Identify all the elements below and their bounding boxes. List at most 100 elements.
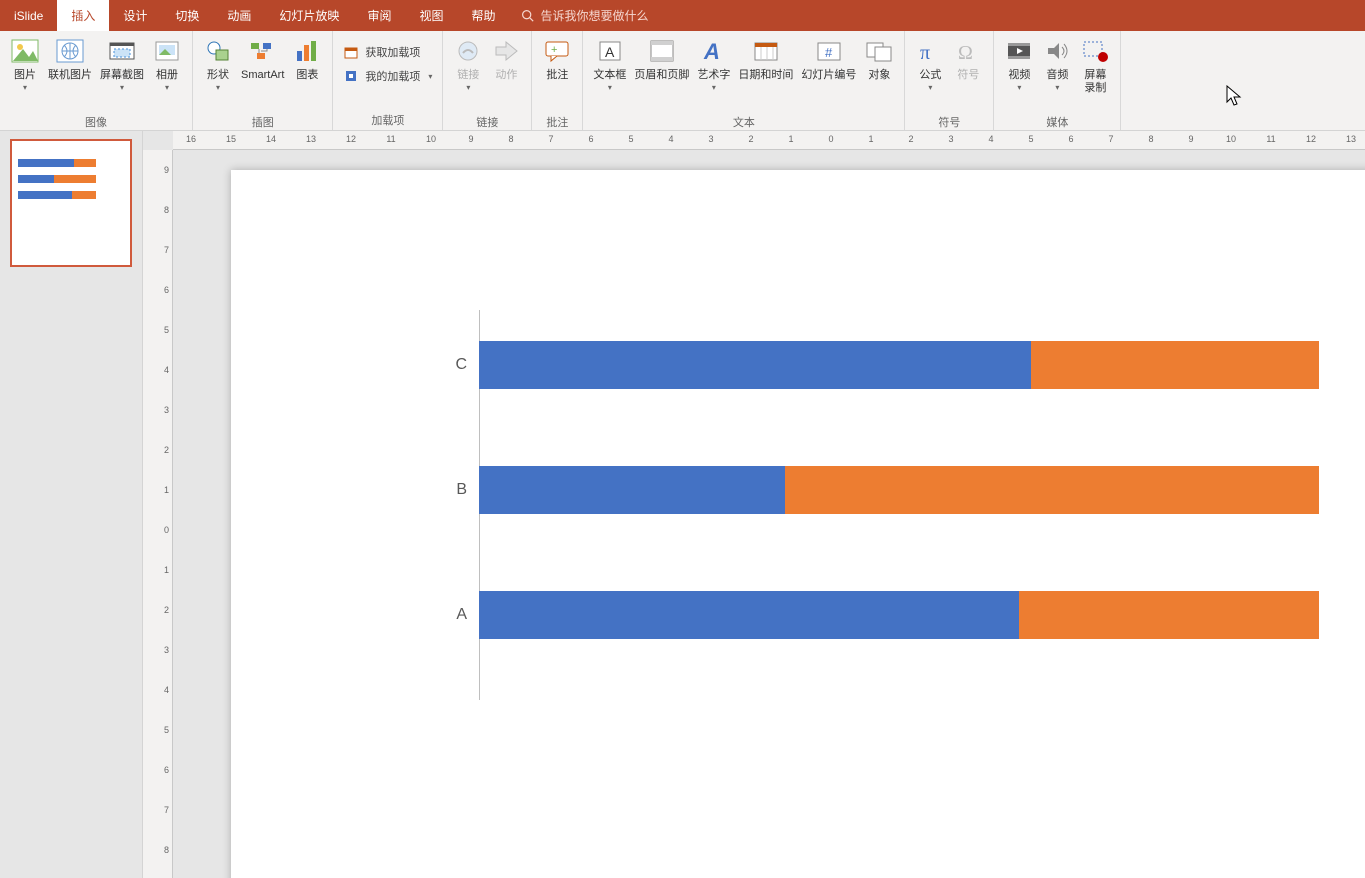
ribbon-group-illustrations: 形状 ▾ SmartArt 图表 插图 xyxy=(193,31,333,130)
textbox-button[interactable]: A 文本框 ▾ xyxy=(589,34,630,112)
wordart-icon: A xyxy=(699,36,729,66)
ruler-tick: 6 xyxy=(1068,134,1073,144)
equation-button[interactable]: π 公式 ▾ xyxy=(911,34,949,112)
ruler-tick: 7 xyxy=(1108,134,1113,144)
ribbon: 图片 ▾ 联机图片 屏幕截图 ▾ 相册 ▾ 图像 形状 xyxy=(0,31,1365,131)
chart-segment xyxy=(1031,341,1319,389)
wordart-button[interactable]: A 艺术字 ▾ xyxy=(693,34,734,112)
ruler-tick: 9 xyxy=(164,165,169,175)
ruler-tick: 2 xyxy=(748,134,753,144)
label: 符号 xyxy=(957,69,979,82)
date-time-button[interactable]: 日期和时间 xyxy=(734,34,797,112)
audio-button[interactable]: 音频 ▾ xyxy=(1038,34,1076,112)
ruler-tick: 16 xyxy=(186,134,196,144)
chart-bar-stack xyxy=(479,591,1319,639)
tab-animation[interactable]: 动画 xyxy=(213,0,265,31)
ruler-tick: 2 xyxy=(164,605,169,615)
shapes-icon xyxy=(203,36,233,66)
slide-number-button[interactable]: # 幻灯片编号 xyxy=(797,34,860,112)
ruler-tick: 0 xyxy=(164,525,169,535)
ribbon-group-text: A 文本框 ▾ 页眉和页脚 A 艺术字 ▾ 日期和时间 # 幻灯片编号 xyxy=(583,31,905,130)
group-label-links: 链接 xyxy=(449,112,525,130)
chart-bar-row: A xyxy=(453,590,1319,640)
tab-slideshow[interactable]: 幻灯片放映 xyxy=(265,0,353,31)
chart-segment xyxy=(479,466,785,514)
tell-me-input[interactable] xyxy=(540,9,760,23)
tab-review[interactable]: 审阅 xyxy=(353,0,405,31)
ruler-tick: 1 xyxy=(164,485,169,495)
ruler-tick: 9 xyxy=(468,134,473,144)
header-footer-icon xyxy=(647,36,677,66)
ruler-tick: 13 xyxy=(306,134,316,144)
label: 文本框 xyxy=(593,69,626,82)
ruler-tick: 9 xyxy=(1188,134,1193,144)
label: 屏幕截图 xyxy=(100,69,144,82)
ruler-tick: 8 xyxy=(164,845,169,855)
textbox-icon: A xyxy=(595,36,625,66)
ruler-tick: 12 xyxy=(346,134,356,144)
online-picture-icon xyxy=(55,36,85,66)
video-icon xyxy=(1004,36,1034,66)
ruler-tick: 10 xyxy=(426,134,436,144)
my-addins-button[interactable]: 我的加载项 ▾ xyxy=(339,66,436,86)
ruler-tick: 2 xyxy=(164,445,169,455)
action-button: 动作 xyxy=(487,34,525,112)
chevron-down-icon: ▾ xyxy=(120,83,124,93)
ruler-tick: 5 xyxy=(164,325,169,335)
object-button[interactable]: 对象 xyxy=(860,34,898,112)
photo-album-button[interactable]: 相册 ▾ xyxy=(148,34,186,112)
ruler-tick: 6 xyxy=(164,285,169,295)
label: 日期和时间 xyxy=(738,69,793,82)
stacked-bar-chart[interactable]: CBA xyxy=(479,310,1319,700)
ruler-tick: 15 xyxy=(226,134,236,144)
video-button[interactable]: 视频 ▾ xyxy=(1000,34,1038,112)
get-addins-button[interactable]: 获取加载项 xyxy=(339,42,436,62)
ruler-tick: 4 xyxy=(988,134,993,144)
horizontal-ruler: 1615141312111098765432101234567891011121… xyxy=(173,131,1365,150)
header-footer-button[interactable]: 页眉和页脚 xyxy=(630,34,693,112)
tab-transition[interactable]: 切换 xyxy=(161,0,213,31)
screen-recording-button[interactable]: 屏幕 录制 xyxy=(1076,34,1114,112)
ruler-tick: 4 xyxy=(164,365,169,375)
chart-bar-stack xyxy=(479,341,1319,389)
slide-canvas[interactable]: CBA xyxy=(231,170,1365,878)
ruler-tick: 5 xyxy=(164,725,169,735)
svg-text:A: A xyxy=(703,39,720,63)
ruler-tick: 5 xyxy=(628,134,633,144)
label: SmartArt xyxy=(241,69,284,82)
chevron-down-icon: ▾ xyxy=(608,83,612,93)
tab-design[interactable]: 设计 xyxy=(109,0,161,31)
screenshot-button[interactable]: 屏幕截图 ▾ xyxy=(96,34,148,112)
chevron-down-icon: ▾ xyxy=(216,83,220,93)
tab-insert[interactable]: 插入 xyxy=(57,0,109,31)
slide-edit-area[interactable]: 1615141312111098765432101234567891011121… xyxy=(143,131,1365,878)
tab-view[interactable]: 视图 xyxy=(405,0,457,31)
pictures-button[interactable]: 图片 ▾ xyxy=(6,34,44,112)
tell-me-search[interactable] xyxy=(521,0,760,31)
album-icon xyxy=(152,36,182,66)
ruler-tick: 3 xyxy=(164,645,169,655)
label: 艺术字 xyxy=(697,69,730,82)
thumbnails-panel[interactable] xyxy=(0,131,143,878)
slide-thumbnail-1[interactable] xyxy=(10,139,132,267)
online-pictures-button[interactable]: 联机图片 xyxy=(44,34,96,112)
comment-button[interactable]: + 批注 xyxy=(538,34,576,112)
chart-button[interactable]: 图表 xyxy=(288,34,326,112)
chart-segment xyxy=(785,466,1319,514)
smartart-button[interactable]: SmartArt xyxy=(237,34,288,112)
audio-icon xyxy=(1042,36,1072,66)
ruler-tick: 1 xyxy=(868,134,873,144)
screenshot-icon xyxy=(107,36,137,66)
tab-help[interactable]: 帮助 xyxy=(457,0,509,31)
action-icon xyxy=(491,36,521,66)
label: 获取加载项 xyxy=(365,44,420,60)
label: 我的加载项 xyxy=(365,68,420,84)
shapes-button[interactable]: 形状 ▾ xyxy=(199,34,237,112)
ruler-tick: 3 xyxy=(948,134,953,144)
date-time-icon xyxy=(751,36,781,66)
title-bar: iSlide 插入 设计 切换 动画 幻灯片放映 审阅 视图 帮助 xyxy=(0,0,1365,31)
chevron-down-icon: ▾ xyxy=(1017,83,1021,93)
group-label-text: 文本 xyxy=(589,112,898,130)
tab-islide[interactable]: iSlide xyxy=(0,0,57,31)
vertical-ruler: 987654321012345678 xyxy=(143,150,173,878)
